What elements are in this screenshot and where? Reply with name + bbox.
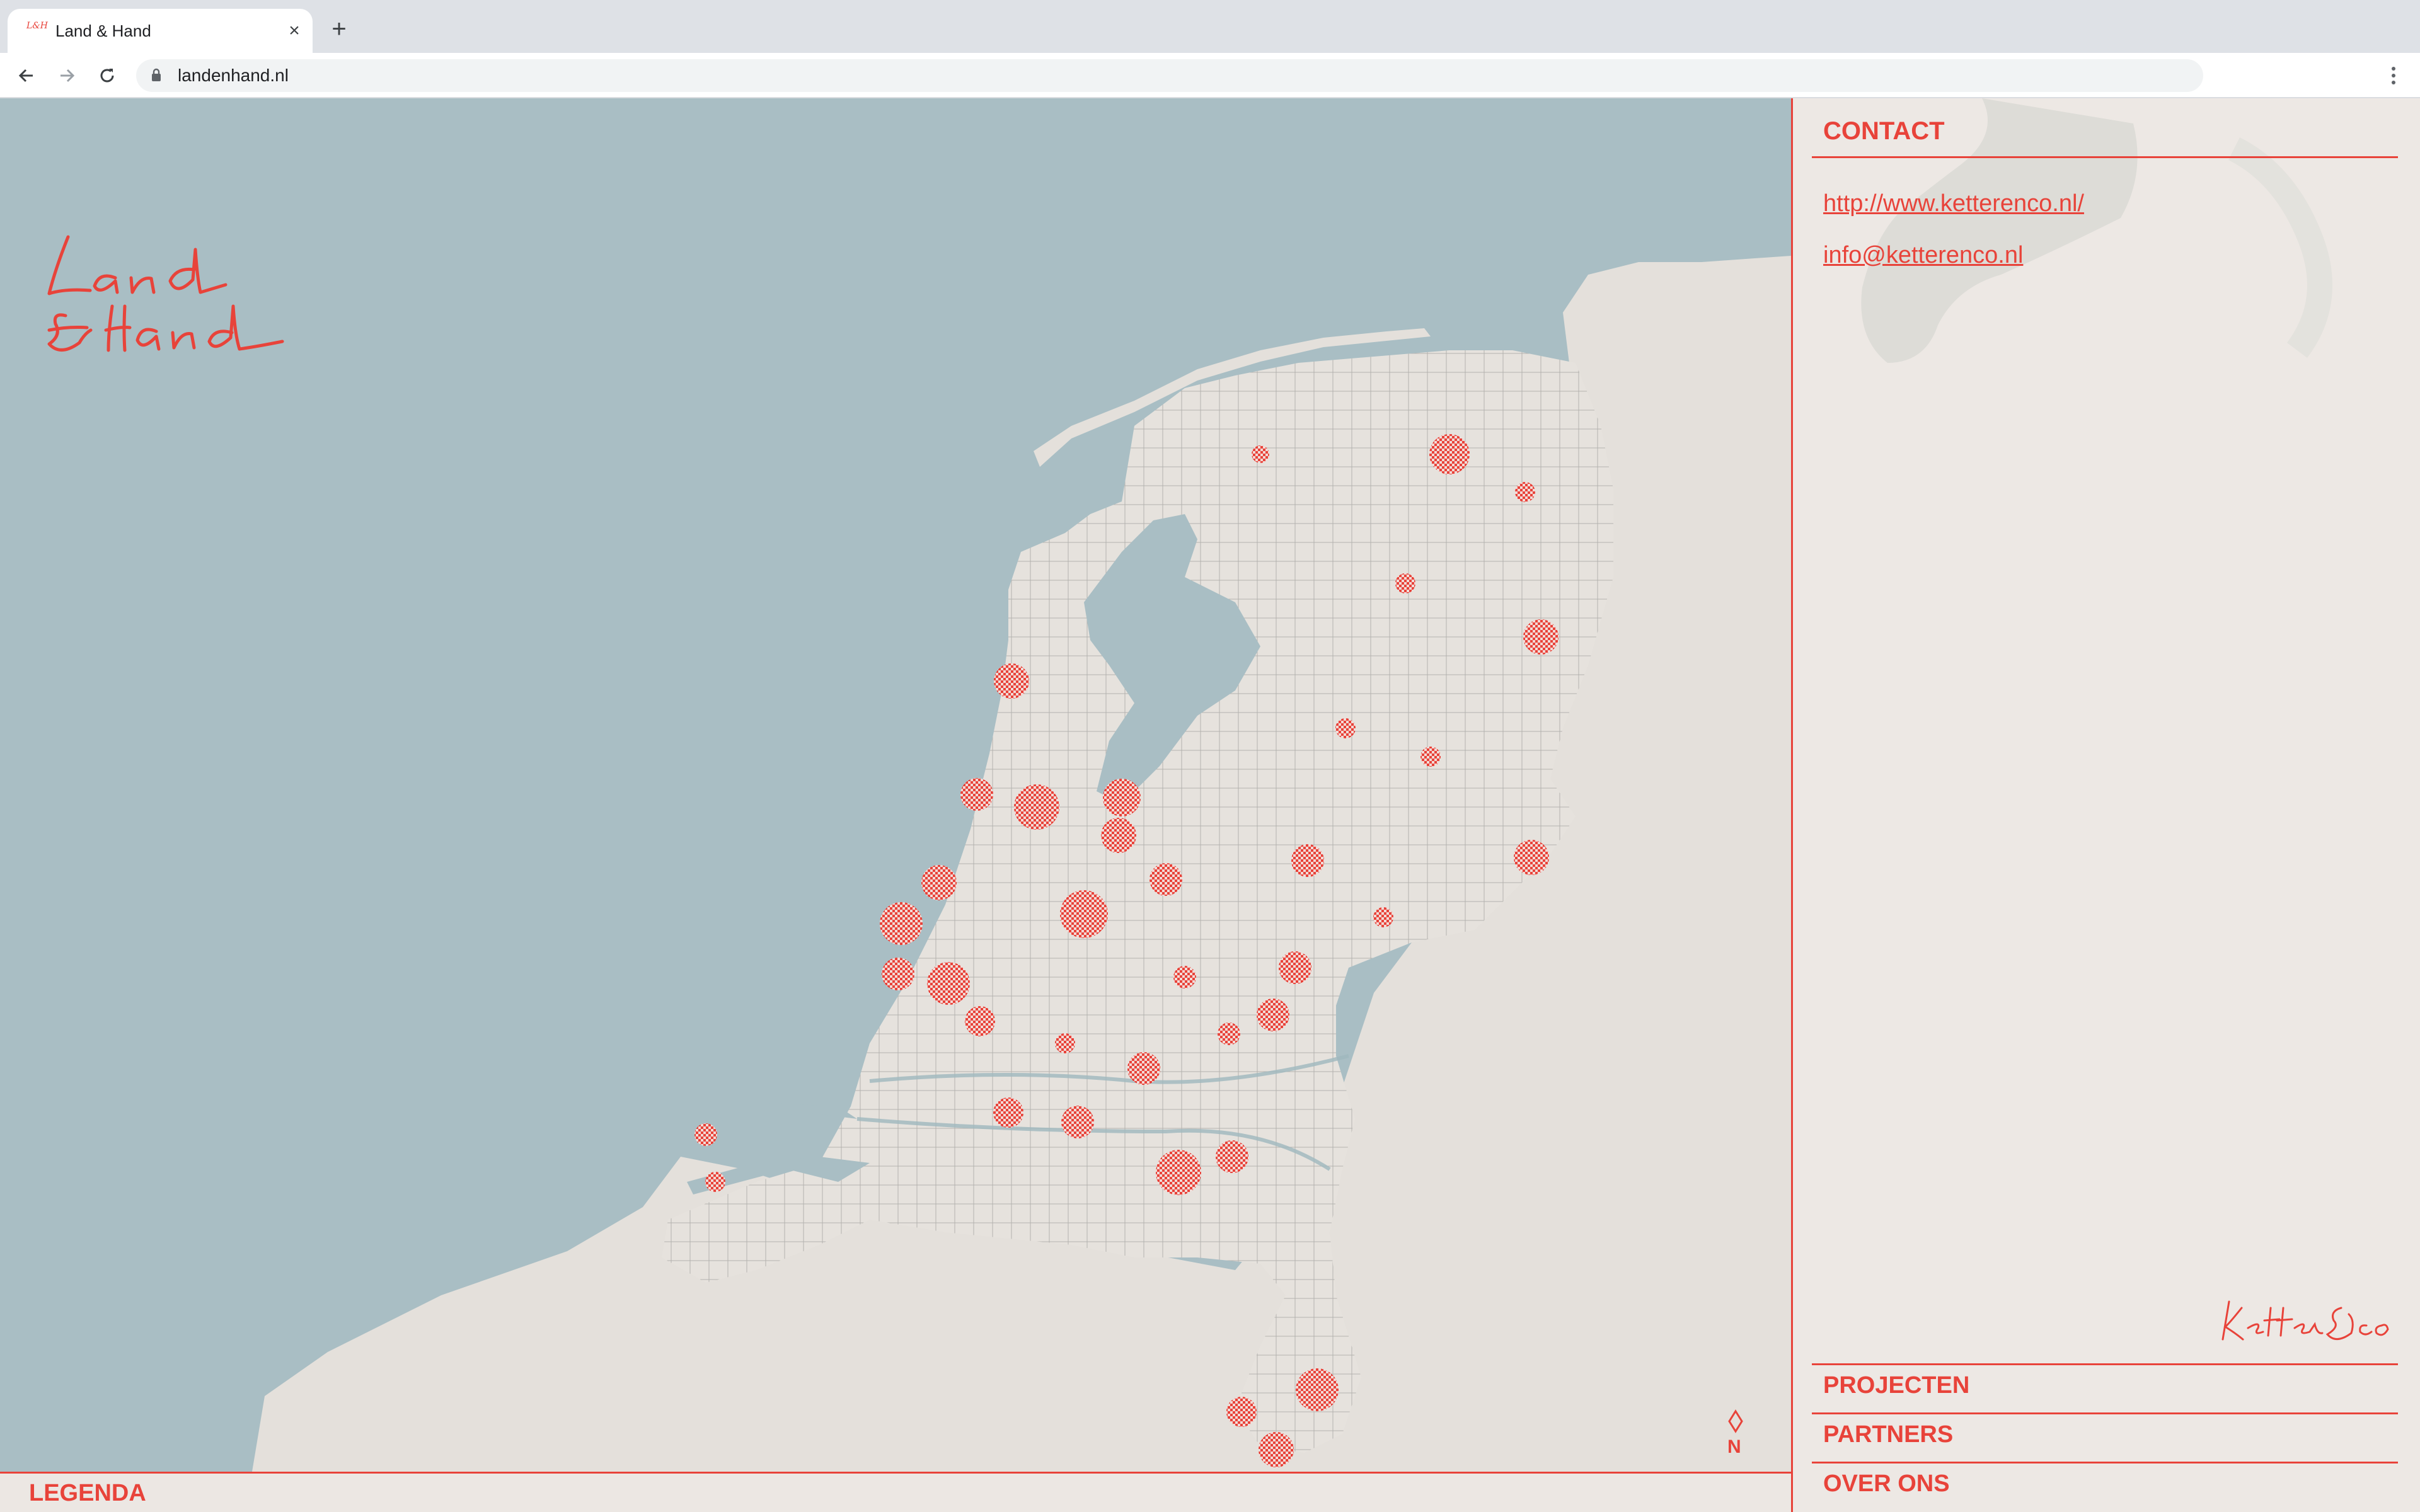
nav-over-ons[interactable]: OVER ONS (1823, 1470, 1950, 1498)
browser-menu-button[interactable] (2380, 62, 2407, 89)
lock-icon (152, 68, 161, 81)
sidebar: CONTACT http://www.ketterenco.nl/ info@k… (1791, 98, 2420, 1512)
close-tab-icon[interactable]: × (282, 19, 306, 43)
tab-title: Land & Hand (55, 21, 151, 40)
nav-divider-1 (1812, 1363, 2398, 1365)
url-text: landenhand.nl (178, 66, 289, 85)
north-arrow (1723, 1409, 1748, 1440)
address-bar[interactable]: landenhand.nl (136, 59, 2203, 92)
compass-icon (1728, 1409, 1743, 1433)
favicon-icon: L&H (26, 21, 48, 31)
browser-tab[interactable]: L&H Land & Hand × (8, 9, 313, 53)
contact-heading: CONTACT (1823, 117, 1945, 145)
reload-icon (100, 69, 114, 83)
map-canvas[interactable]: N (0, 98, 1791, 1472)
browser-toolbar: landenhand.nl (0, 53, 2420, 98)
compass-label: N (1727, 1436, 1741, 1457)
back-button[interactable] (11, 60, 42, 91)
land-and-hand-logo[interactable] (30, 218, 295, 369)
email-link[interactable]: info@ketterenco.nl (1823, 242, 2023, 269)
tab-strip: L&H Land & Hand × + (0, 0, 2420, 53)
nav-partners[interactable]: PARTNERS (1823, 1421, 1953, 1448)
sidebar-map-watermark (1861, 98, 2332, 363)
ketter-co-signature[interactable] (2216, 1289, 2399, 1352)
arrow-right-icon (60, 69, 75, 83)
arrow-left-icon (18, 69, 33, 83)
website-link[interactable]: http://www.ketterenco.nl/ (1823, 190, 2084, 217)
new-tab-icon[interactable]: + (325, 15, 353, 43)
legend-bar[interactable]: LEGENDA (0, 1472, 1791, 1512)
reload-button[interactable] (92, 60, 122, 91)
nav-divider-2 (1812, 1412, 2398, 1414)
nav-divider-3 (1812, 1462, 2398, 1463)
nav-projecten[interactable]: PROJECTEN (1823, 1372, 1969, 1399)
contact-divider (1812, 156, 2398, 158)
forward-button[interactable] (52, 60, 82, 91)
legend-toggle[interactable]: LEGENDA (29, 1480, 146, 1507)
